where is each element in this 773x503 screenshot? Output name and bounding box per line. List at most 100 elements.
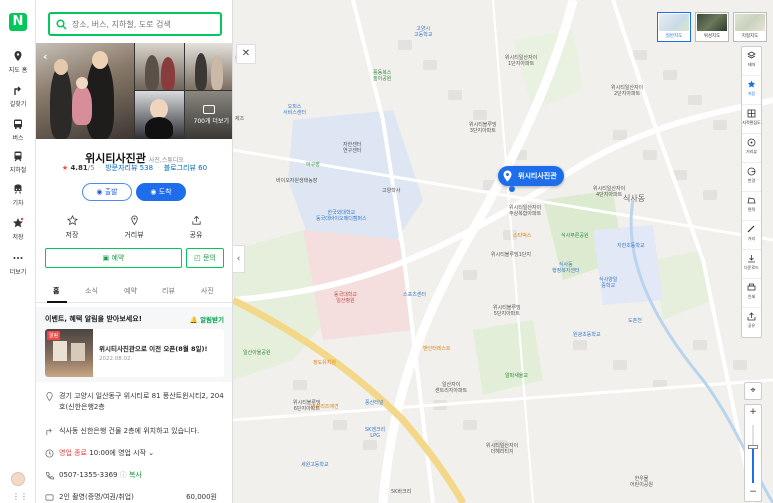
- rail-item-directions[interactable]: 길찾기: [0, 84, 36, 108]
- map-label-school[interactable]: 지한초등학교: [617, 243, 645, 249]
- tool-streetview[interactable]: 거리뷰: [742, 138, 761, 163]
- map-type-terrain[interactable]: 지형지도: [733, 12, 767, 42]
- start-button[interactable]: ◉ 출발: [82, 183, 132, 201]
- map-label-school[interactable]: 식사양일 중학교: [599, 277, 617, 289]
- zoom-knob[interactable]: [748, 445, 758, 449]
- zoom-slider[interactable]: + −: [744, 404, 762, 502]
- photo-count[interactable]: 700개 더보기: [194, 116, 229, 125]
- download-icon: [748, 255, 755, 263]
- more-icon: [13, 257, 23, 259]
- tool-radius[interactable]: 반경: [742, 167, 761, 192]
- map-tools: 테마 저장 지적편집도 거리뷰 반경 면적 거리 다운로드 인쇄 공유: [741, 46, 762, 338]
- map-label-apt[interactable]: 위시티일산자이 2단지아파트: [611, 85, 643, 97]
- naver-logo[interactable]: N: [9, 13, 27, 31]
- map-label-apt[interactable]: 위시티블루밍 5단지아파트: [493, 305, 521, 317]
- events-alert-label: 알림받기: [200, 316, 224, 324]
- map-label-park[interactable]: 식사푸른공원: [561, 233, 589, 239]
- blog-reviews-link[interactable]: 블로그리뷰 60: [164, 164, 207, 172]
- map-label-hospital[interactable]: 동국대학교 일산병원: [334, 292, 357, 304]
- event-card[interactable]: 알림 위시티사진관으로 이전 오픈(8월 8일)! 2022.08.02.: [45, 329, 224, 377]
- collapse-panel-button[interactable]: ‹: [233, 245, 245, 273]
- apps-grid-icon[interactable]: ⋮⋮: [12, 492, 28, 501]
- map-label-apt[interactable]: 일산자이 센트리지아파트: [435, 382, 467, 394]
- booking-button[interactable]: ▣ 예약: [45, 248, 182, 268]
- address-row[interactable]: 경기 고양시 일산동구 위시티로 81 풍산트윈시티2, 204호(신한은행2층: [45, 391, 227, 413]
- photo-couple[interactable]: [135, 43, 184, 90]
- tab-news[interactable]: 소식: [85, 286, 98, 296]
- inquiry-button[interactable]: ◰ 문의: [186, 248, 224, 268]
- map-label-dorm[interactable]: 고양학사: [382, 188, 400, 194]
- map-label-cafe[interactable]: 스타벅스: [513, 233, 531, 239]
- map-label-apt[interactable]: 위시티일산자이 4단지아파트: [593, 186, 625, 198]
- arrive-button[interactable]: ◉ 도착: [136, 183, 186, 201]
- share-button[interactable]: 공유: [176, 215, 216, 240]
- map-label-shop[interactable]: 맨인터레스트: [423, 346, 451, 352]
- zoom-out-button[interactable]: −: [745, 487, 761, 497]
- map-label-bakery[interactable]: 5K바크리: [391, 489, 411, 495]
- tool-print[interactable]: 인쇄: [742, 283, 761, 308]
- map-label-service[interactable]: 오피스 서비스센터: [283, 104, 306, 116]
- selected-place-pin[interactable]: 위시티사진관: [498, 166, 564, 186]
- close-panel-button[interactable]: ✕: [236, 44, 256, 64]
- photo-gallery[interactable]: ‹ 700개 더보기: [36, 43, 232, 139]
- photo-family[interactable]: [36, 43, 134, 139]
- tab-reviews[interactable]: 리뷰: [162, 286, 175, 296]
- copy-button[interactable]: 복사: [129, 471, 142, 479]
- rail-item-bus[interactable]: 버스: [0, 118, 36, 142]
- tool-distance[interactable]: 거리: [742, 225, 761, 250]
- tool-share[interactable]: 공유: [742, 312, 761, 337]
- rail-item-subway[interactable]: 지하철: [0, 150, 36, 174]
- tool-download[interactable]: 다운로드: [742, 254, 761, 279]
- map-label-farm[interactable]: 바이오자원생태농장: [276, 178, 317, 184]
- tab-home[interactable]: 홈: [53, 286, 59, 296]
- map-label-university[interactable]: 한국외대학교 동국대바이오메디캠퍼스: [316, 210, 367, 222]
- tab-photos[interactable]: 사진: [201, 286, 214, 296]
- map-label-apt[interactable]: 위시티블루밍 3단지아파트: [469, 122, 497, 134]
- map-label-research[interactable]: 자한센터 연구센터: [343, 142, 361, 154]
- tool-area[interactable]: 면적: [742, 196, 761, 221]
- map-label-bridge[interactable]: 알파새울교: [505, 373, 528, 379]
- tool-saved[interactable]: 저장: [742, 80, 761, 105]
- events-alert-button[interactable]: 🔔 알림받기: [190, 314, 224, 324]
- avatar[interactable]: [11, 472, 25, 486]
- map-canvas[interactable]: 물로 제조 고양시고등학교 위시티일산자이1단지아파트 풍동복스놀이공원 오피스…: [233, 0, 773, 503]
- search-box[interactable]: [48, 12, 222, 36]
- map-label-stream[interactable]: 도촌천: [628, 318, 642, 324]
- map-label-apt[interactable]: 위시티일산자이 더헤리티지: [486, 443, 518, 455]
- map-label-office[interactable]: 식사동 행정복지센터: [552, 262, 580, 274]
- map-label-apt[interactable]: 위시티블루밍1단지: [491, 252, 531, 258]
- map-type-normal[interactable]: 일반지도: [657, 12, 691, 42]
- map-label-tunnel[interactable]: 풍산터널: [365, 400, 383, 406]
- map-label-school[interactable]: 세원고등학교: [301, 462, 329, 468]
- back-arrow-icon[interactable]: ‹: [43, 50, 48, 63]
- map-label-field[interactable]: 아구장: [306, 162, 320, 168]
- map-label-pet[interactable]: 양실리즈애견: [311, 404, 339, 410]
- rail-item-map-home[interactable]: 지도 홈: [0, 50, 36, 74]
- photo-portrait-pair[interactable]: [185, 43, 232, 90]
- photo-profile[interactable]: [135, 91, 184, 139]
- tool-cadastral[interactable]: 지적편집도: [742, 109, 761, 134]
- map-label-kinder[interactable]: 정도유치원: [313, 360, 336, 366]
- search-input[interactable]: [72, 17, 217, 31]
- map-label-gas[interactable]: SK엔크리 LPG: [365, 427, 385, 439]
- map-label-apt[interactable]: 위시티일산자이 주상복합아파트: [509, 205, 541, 217]
- map-label-school[interactable]: 원광초등학교: [573, 332, 601, 338]
- map-label-park[interactable]: 풍동복스 놀이공원: [373, 70, 391, 82]
- rail-item-more[interactable]: 더보기: [0, 252, 36, 276]
- tab-booking[interactable]: 예약: [124, 286, 137, 296]
- map-label-park[interactable]: 일산아울공원: [243, 350, 271, 356]
- save-button[interactable]: 저장: [52, 215, 92, 240]
- photo-more[interactable]: [185, 91, 232, 139]
- map-label-school[interactable]: 고양시 고등학교: [414, 26, 432, 38]
- locate-me-button[interactable]: ⌖: [744, 382, 762, 400]
- map-label-apt[interactable]: 위시티일산자이 1단지아파트: [505, 55, 537, 67]
- zoom-in-button[interactable]: +: [745, 407, 761, 417]
- map-type-satellite[interactable]: 위성지도: [695, 12, 729, 42]
- map-label-sports[interactable]: 스포츠센터: [403, 292, 426, 298]
- tool-theme[interactable]: 테마: [742, 51, 761, 76]
- streetview-button[interactable]: 거리뷰: [114, 215, 154, 240]
- map-label-park[interactable]: 한우물 어린이공원: [630, 476, 653, 488]
- rail-item-train[interactable]: 기차: [0, 183, 36, 207]
- rail-item-saved[interactable]: 저장: [0, 217, 36, 241]
- visitor-reviews-link[interactable]: 방문자리뷰 538: [105, 164, 153, 172]
